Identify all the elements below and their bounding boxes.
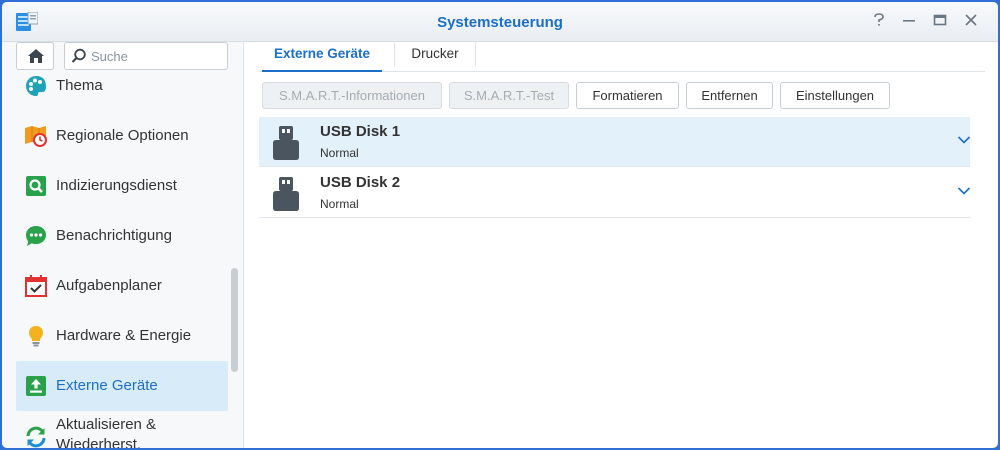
sidebar-item-label: Thema <box>56 77 103 94</box>
tab-bar: Externe Geräte Drucker <box>259 42 985 72</box>
device-name: USB Disk 1 <box>320 123 401 140</box>
sidebar-scrollbar[interactable] <box>231 268 238 372</box>
smart-test-button[interactable]: S.M.A.R.T.-Test <box>449 82 569 109</box>
refresh-icon <box>26 426 46 448</box>
sidebar-item-hardware-power[interactable]: Hardware & Energie <box>16 311 228 361</box>
control-panel-window: Systemsteuerung Suche Thema Regionale Op… <box>2 2 998 448</box>
tab-external-devices[interactable]: Externe Geräte <box>262 46 382 72</box>
maximize-button[interactable] <box>931 13 949 31</box>
sidebar-item-update-restore[interactable]: Aktualisieren & Wiederherst. <box>16 411 228 448</box>
help-icon <box>874 13 884 26</box>
device-status: Normal <box>320 146 359 160</box>
search-index-icon <box>26 176 46 196</box>
sidebar-item-task-scheduler[interactable]: Aufgabenplaner <box>16 261 228 311</box>
help-button[interactable] <box>870 13 888 31</box>
lightbulb-icon <box>29 326 43 347</box>
usb-drive-icon <box>273 177 299 211</box>
format-button[interactable]: Formatieren <box>576 82 679 109</box>
sidebar-item-label: Regionale Optionen <box>56 127 189 144</box>
maximize-icon <box>933 14 947 26</box>
sidebar-item-label: Benachrichtigung <box>56 227 172 244</box>
sidebar-item-regional-options[interactable]: Regionale Optionen <box>16 111 228 161</box>
window-title: Systemsteuerung <box>437 14 563 31</box>
list-item[interactable]: USB Disk 1 Normal <box>259 117 971 167</box>
sidebar-item-label: Externe Geräte <box>56 377 158 394</box>
usb-drive-icon <box>273 126 299 160</box>
device-status: Normal <box>320 197 359 211</box>
chevron-down-icon[interactable] <box>957 135 971 145</box>
smart-info-button[interactable]: S.M.A.R.T.-Informationen <box>262 82 442 109</box>
chevron-down-icon[interactable] <box>957 186 971 196</box>
palette-icon <box>26 76 46 96</box>
sidebar-item-label: Aufgabenplaner <box>56 277 162 294</box>
external-device-icon <box>26 376 46 396</box>
main-panel: Externe Geräte Drucker S.M.A.R.T.-Inform… <box>245 42 998 448</box>
list-item[interactable]: USB Disk 2 Normal <box>259 168 971 218</box>
device-name: USB Disk 2 <box>320 174 401 191</box>
minimize-button[interactable] <box>900 13 918 31</box>
tab-separator <box>475 42 476 66</box>
chat-bubble-icon <box>26 226 46 246</box>
sidebar-item-theme[interactable]: Thema <box>16 61 228 111</box>
sidebar-item-label: Hardware & Energie <box>56 327 192 344</box>
close-icon <box>965 14 977 26</box>
tab-printer[interactable]: Drucker <box>404 46 466 72</box>
map-clock-icon <box>25 126 47 147</box>
title-bar: Systemsteuerung <box>2 2 998 42</box>
sidebar: Thema Regionale Optionen Indizierungsdie… <box>2 42 244 448</box>
sidebar-item-notifications[interactable]: Benachrichtigung <box>16 211 228 261</box>
sidebar-item-label: Aktualisieren & Wiederherst. <box>56 416 157 448</box>
sidebar-item-external-devices[interactable]: Externe Geräte <box>16 361 228 411</box>
settings-button[interactable]: Einstellungen <box>780 82 890 109</box>
calendar-check-icon <box>25 275 47 297</box>
minimize-icon <box>903 20 915 22</box>
remove-button[interactable]: Entfernen <box>686 82 773 109</box>
sidebar-item-indexing-service[interactable]: Indizierungsdienst <box>16 161 228 211</box>
tab-separator <box>394 42 395 66</box>
sidebar-item-label: Indizierungsdienst <box>56 177 177 194</box>
close-button[interactable] <box>962 13 980 31</box>
